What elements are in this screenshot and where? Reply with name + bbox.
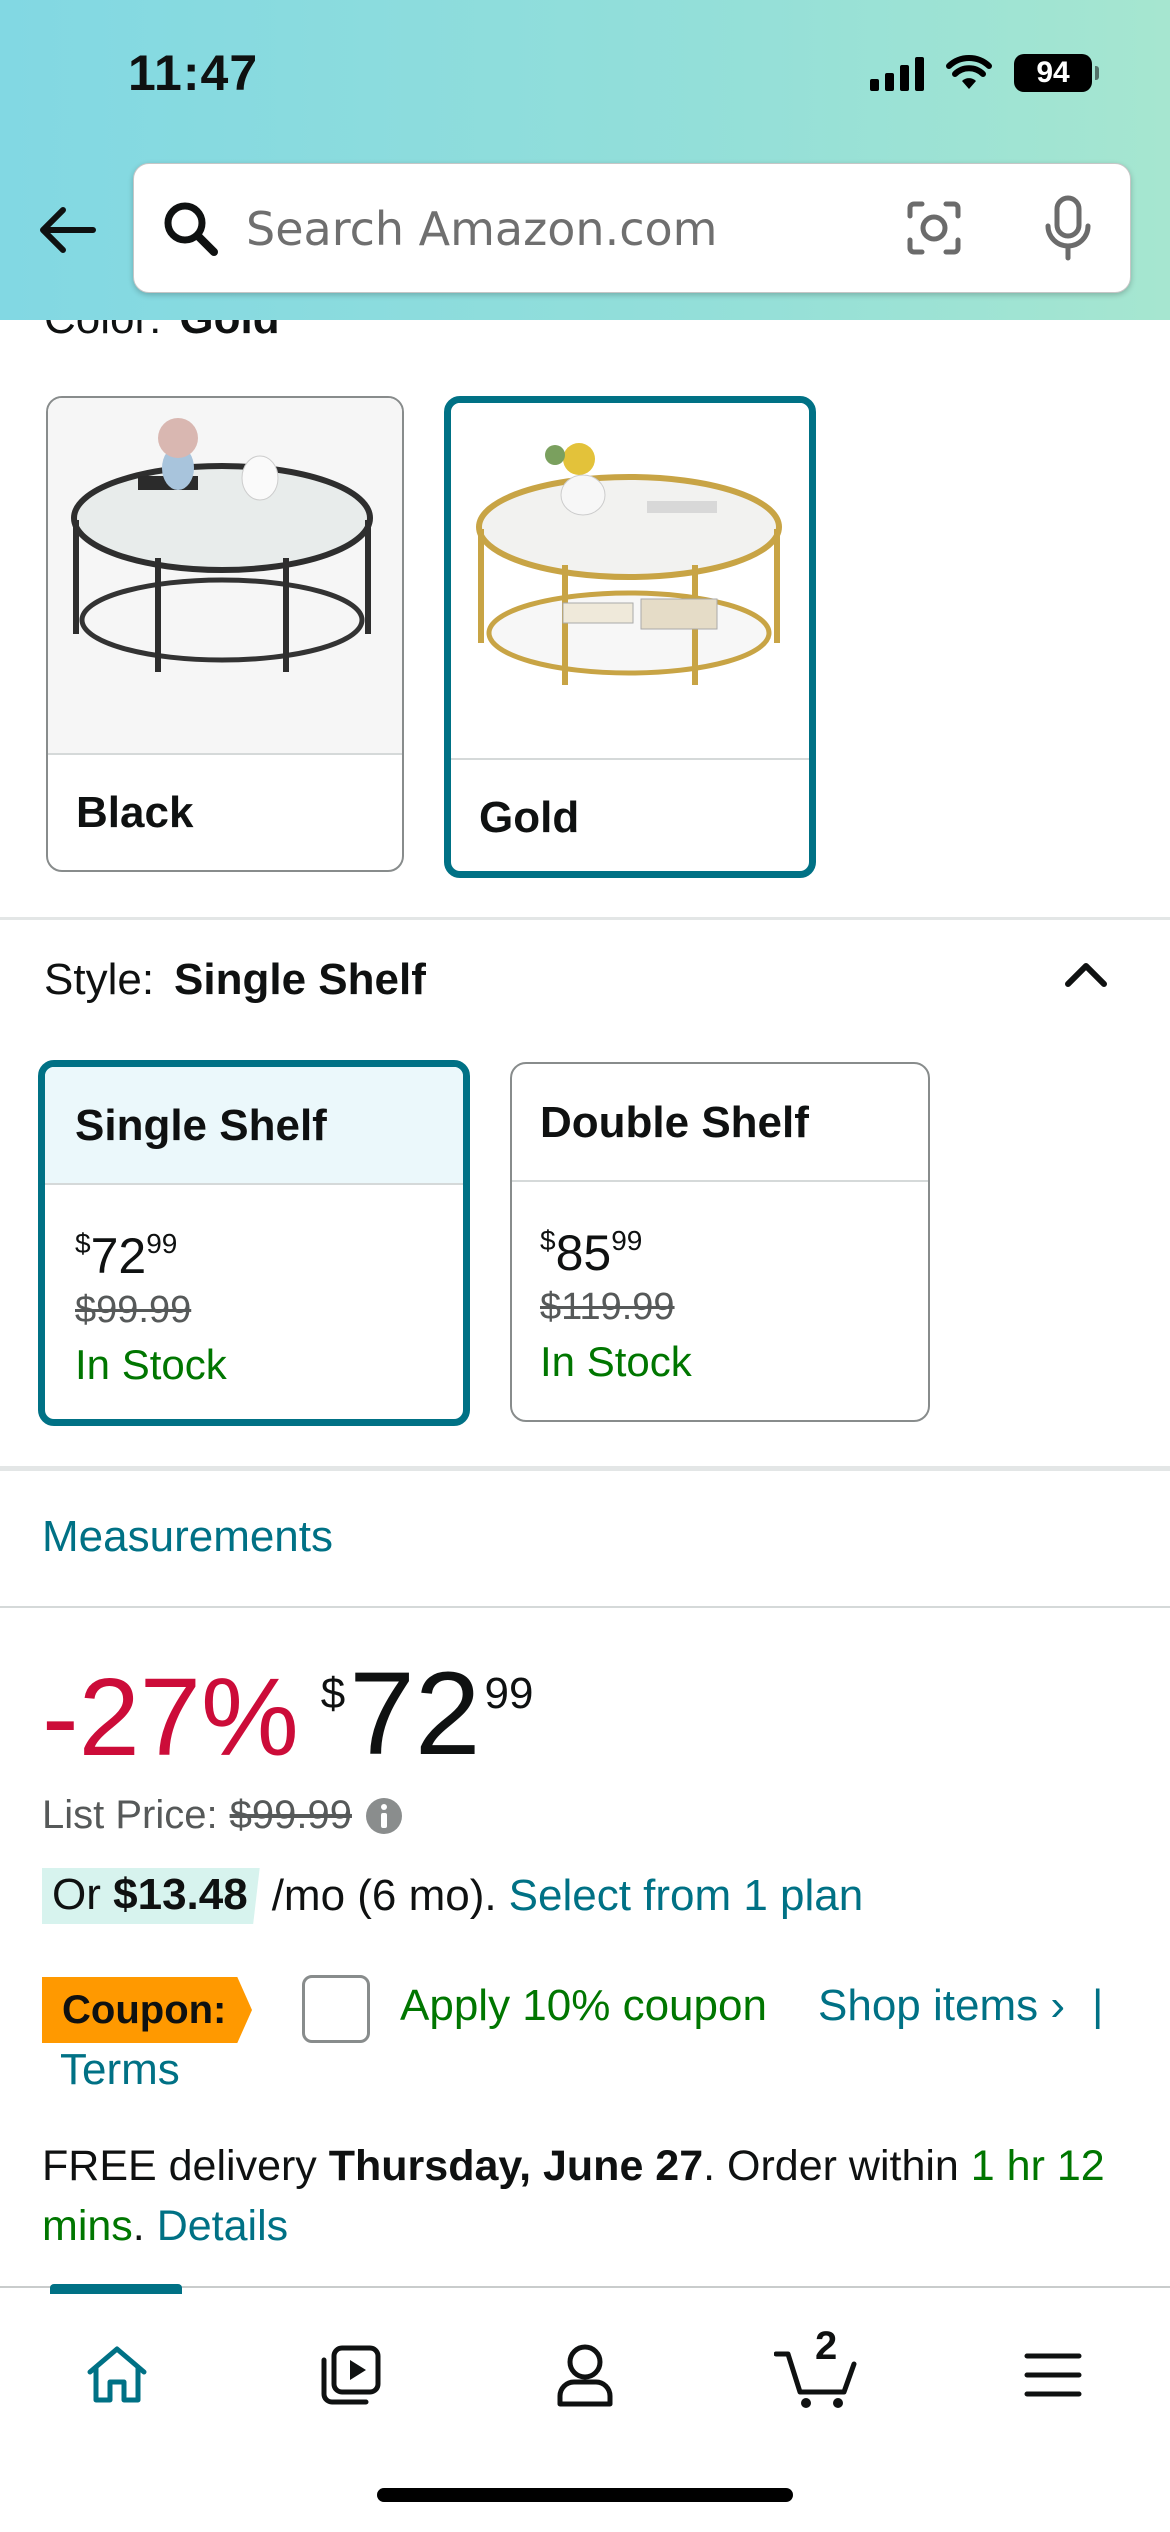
gold-table-image: [451, 403, 809, 758]
coupon-checkbox[interactable]: [302, 1975, 370, 2043]
style-option-double-shelf[interactable]: Double Shelf $8599 $119.99 In Stock: [510, 1062, 930, 1422]
price-fraction: 99: [611, 1225, 643, 1256]
delivery-info: FREE delivery Thursday, June 27. Order w…: [42, 2136, 1132, 2256]
back-button[interactable]: [34, 200, 100, 260]
color-option-gold[interactable]: Gold: [444, 396, 816, 878]
section-divider: [0, 1606, 1170, 1608]
installment-row: Or $13.48 /mo (6 mo). Select from 1 plan: [42, 1868, 863, 1924]
style-option-stock: In Stock: [540, 1338, 692, 1385]
delivery-prefix: FREE delivery: [42, 2142, 317, 2190]
installment-amount: $13.48: [113, 1870, 248, 1919]
price-whole: 85: [555, 1225, 612, 1281]
camera-lens-icon[interactable]: [904, 198, 964, 258]
deal-price: -27% $ 72 99: [42, 1655, 534, 1773]
installment-prefix: Or: [52, 1870, 101, 1919]
color-option-label: Black: [76, 788, 194, 837]
back-arrow-icon: [40, 207, 96, 253]
delivery-details-link[interactable]: Details: [157, 2202, 288, 2250]
status-icons: 94: [870, 54, 1099, 92]
style-option-name: Double Shelf: [540, 1098, 809, 1147]
shop-items-link[interactable]: Shop items ›: [818, 1981, 1065, 2031]
header: 11:47 94: [0, 0, 1170, 320]
price-whole: 72: [90, 1228, 147, 1284]
style-option-price: $8599: [540, 1224, 642, 1282]
installment-pill: Or $13.48: [42, 1868, 260, 1924]
currency-symbol: $: [540, 1225, 556, 1256]
status-time: 11:47: [128, 45, 259, 101]
nav-video[interactable]: [306, 2330, 396, 2420]
swatch-divider: [48, 753, 402, 755]
style-option-list-price: $99.99: [75, 1289, 192, 1331]
currency-symbol: $: [320, 1669, 346, 1718]
style-selected-value: Single Shelf: [174, 955, 426, 1004]
video-icon: [321, 2345, 381, 2405]
cart-count-badge: 2: [815, 2324, 838, 2368]
home-indicator: [377, 2488, 793, 2502]
installment-term: /mo (6 mo).: [271, 1871, 497, 1920]
style-option-divider: [45, 1183, 463, 1185]
currency-symbol: $: [75, 1228, 91, 1259]
search-input[interactable]: [246, 192, 886, 266]
section-divider: [0, 917, 1170, 920]
delivery-date: Thursday, June 27: [328, 2142, 704, 2190]
style-option-name: Single Shelf: [75, 1101, 327, 1150]
style-option-divider: [512, 1180, 928, 1182]
apply-coupon-text[interactable]: Apply 10% coupon: [400, 1981, 767, 2031]
style-option-stock: In Stock: [75, 1341, 227, 1388]
style-label-text: Style:: [44, 955, 155, 1004]
search-bar[interactable]: [133, 163, 1131, 293]
discount-percent: -27%: [42, 1656, 299, 1779]
price-fraction: 99: [484, 1669, 534, 1718]
order-within: . Order within: [703, 2142, 959, 2190]
coupon-separator: |: [1092, 1981, 1104, 2030]
swatch-divider: [451, 758, 809, 760]
nav-menu[interactable]: [1008, 2330, 1098, 2420]
style-option-header: Single Shelf: [45, 1067, 463, 1183]
style-label: Style: Single Shelf: [44, 955, 426, 1005]
user-icon: [557, 2344, 613, 2407]
wifi-icon: [946, 55, 992, 89]
list-price-value: $99.99: [229, 1793, 352, 1837]
search-icon: [164, 202, 218, 256]
style-option-list-price: $119.99: [540, 1286, 675, 1328]
measurements-link[interactable]: Measurements: [42, 1512, 333, 1562]
coupon-badge: Coupon:: [42, 1977, 252, 2043]
section-divider: [0, 1466, 1170, 1471]
nav-account[interactable]: [540, 2330, 630, 2420]
microphone-icon[interactable]: [1040, 194, 1096, 264]
list-price: List Price: $99.99: [42, 1793, 404, 1838]
price-whole: 72: [349, 1648, 481, 1780]
coupon-terms-link[interactable]: Terms: [60, 2045, 180, 2095]
style-option-header: Double Shelf: [512, 1064, 928, 1180]
style-option-single-shelf[interactable]: Single Shelf $7299 $99.99 In Stock: [38, 1060, 470, 1426]
black-table-image: [48, 398, 402, 753]
coupon-row: Coupon: Apply 10% coupon Shop items › |: [42, 1975, 1103, 2045]
home-icon: [87, 2346, 147, 2403]
style-option-price: $7299: [75, 1227, 177, 1285]
battery-indicator: 94: [1014, 54, 1099, 92]
nav-home[interactable]: [72, 2330, 162, 2420]
color-option-black[interactable]: Black: [46, 396, 404, 872]
price-fraction: 99: [146, 1228, 178, 1259]
signal-icon: [870, 55, 924, 91]
current-price: $ 72 99: [321, 1655, 534, 1773]
hamburger-menu-icon: [1024, 2353, 1082, 2397]
color-option-label: Gold: [479, 793, 580, 842]
list-price-label: List Price:: [42, 1793, 218, 1837]
select-plan-link[interactable]: Select from 1 plan: [509, 1871, 864, 1921]
chevron-up-icon[interactable]: [1062, 954, 1110, 994]
info-icon[interactable]: [364, 1796, 404, 1836]
active-tab-indicator: [50, 2284, 182, 2294]
delivery-dot: .: [132, 2202, 145, 2250]
